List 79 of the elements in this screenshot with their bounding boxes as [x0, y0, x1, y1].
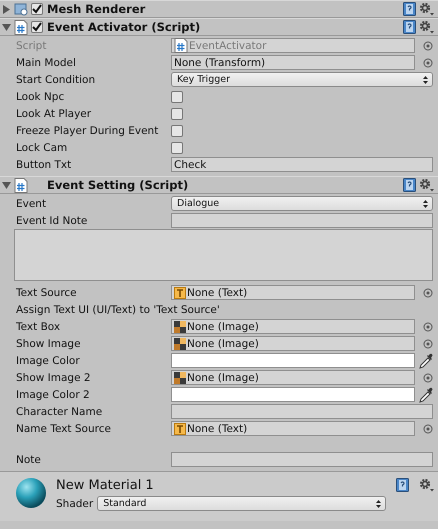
- field-label: Event: [16, 198, 48, 210]
- enable-checkbox[interactable]: [31, 2, 43, 14]
- field-label: Image Color 2: [16, 388, 91, 400]
- image-component-icon: [174, 320, 186, 332]
- component-title: Event Activator (Script): [47, 20, 202, 34]
- object-field[interactable]: None (Text): [171, 285, 415, 300]
- checkbox[interactable]: [171, 142, 183, 154]
- eyedropper-icon[interactable]: [419, 386, 433, 402]
- field-label: Look Npc: [16, 90, 66, 102]
- mesh-renderer-icon: [14, 2, 28, 16]
- field-label: Image Color: [16, 354, 81, 366]
- field-label: Button Txt: [16, 158, 72, 170]
- component-header[interactable]: Event Activator (Script): [0, 18, 438, 36]
- checkbox[interactable]: [171, 90, 183, 102]
- field-label: Event Id Note: [16, 214, 88, 226]
- object-picker-icon[interactable]: [423, 424, 433, 434]
- field-label: Shader: [56, 498, 94, 510]
- eyedropper-icon[interactable]: [419, 352, 433, 368]
- help-icon[interactable]: [403, 178, 416, 192]
- collapse-arrow-icon[interactable]: [2, 22, 11, 32]
- text-field[interactable]: Check: [171, 157, 433, 172]
- field-label: Look At Player: [16, 108, 92, 120]
- field-label: Name Text Source: [16, 422, 112, 434]
- script-file-icon: [14, 20, 28, 34]
- material-name: New Material 1: [56, 478, 154, 493]
- dropdown-arrows-icon: [423, 76, 428, 84]
- settings-icon[interactable]: [419, 2, 434, 16]
- object-field[interactable]: None (Transform): [171, 55, 415, 70]
- field-label: Main Model: [16, 56, 77, 68]
- color-field[interactable]: [171, 353, 415, 368]
- enable-checkbox[interactable]: [31, 20, 43, 32]
- field-label: Show Image 2: [16, 372, 92, 384]
- material-sphere-icon: [16, 478, 46, 508]
- collapse-arrow-icon[interactable]: [2, 180, 11, 190]
- help-icon[interactable]: [403, 2, 416, 16]
- field-label: Text Box: [16, 320, 62, 332]
- script-file-icon: [14, 178, 28, 192]
- object-field[interactable]: None (Text): [171, 421, 415, 436]
- component-header[interactable]: Event Setting (Script): [0, 176, 438, 194]
- text-field[interactable]: [171, 452, 433, 467]
- help-text: Assign Text UI (UI/Text) to 'Text Source': [16, 304, 220, 316]
- field-label: Lock Cam: [16, 142, 68, 154]
- field-label: Start Condition: [16, 74, 96, 86]
- settings-icon[interactable]: [419, 20, 434, 34]
- text-field[interactable]: [171, 404, 433, 419]
- component-title: Mesh Renderer: [47, 2, 146, 16]
- field-label: Text Source: [16, 286, 78, 298]
- component-title: Event Setting (Script): [47, 178, 190, 192]
- checkbox[interactable]: [171, 124, 183, 136]
- settings-icon[interactable]: [419, 478, 434, 492]
- object-picker-icon[interactable]: [423, 372, 433, 382]
- field-label: Show Image: [16, 338, 82, 350]
- object-field[interactable]: None (Image): [171, 370, 415, 385]
- field-label: Freeze Player During Event: [16, 124, 160, 136]
- dropdown[interactable]: Key Trigger: [171, 72, 433, 87]
- field-label: Character Name: [16, 406, 104, 418]
- help-icon[interactable]: [403, 20, 416, 34]
- text-field[interactable]: [171, 213, 433, 228]
- color-field[interactable]: [171, 387, 415, 402]
- dropdown-arrows-icon: [423, 200, 428, 208]
- settings-icon[interactable]: [419, 178, 434, 192]
- text-area[interactable]: [14, 229, 433, 281]
- component-header[interactable]: Mesh Renderer: [0, 0, 438, 18]
- field-label: Note: [16, 454, 42, 466]
- shader-dropdown[interactable]: Standard: [97, 496, 386, 511]
- image-component-icon: [174, 372, 186, 384]
- script-file-icon: [174, 38, 188, 53]
- field-label: Script: [16, 40, 48, 52]
- object-picker-icon[interactable]: [423, 288, 433, 298]
- help-icon[interactable]: [396, 478, 409, 492]
- image-component-icon: [174, 338, 186, 350]
- text-component-icon: [174, 422, 186, 434]
- object-field[interactable]: None (Image): [171, 336, 415, 351]
- text-component-icon: [174, 286, 186, 298]
- dropdown-arrows-icon: [376, 500, 381, 508]
- dropdown[interactable]: Dialogue: [171, 196, 433, 211]
- expand-arrow-icon[interactable]: [2, 4, 11, 14]
- object-field[interactable]: None (Image): [171, 319, 415, 334]
- checkbox[interactable]: [171, 108, 183, 120]
